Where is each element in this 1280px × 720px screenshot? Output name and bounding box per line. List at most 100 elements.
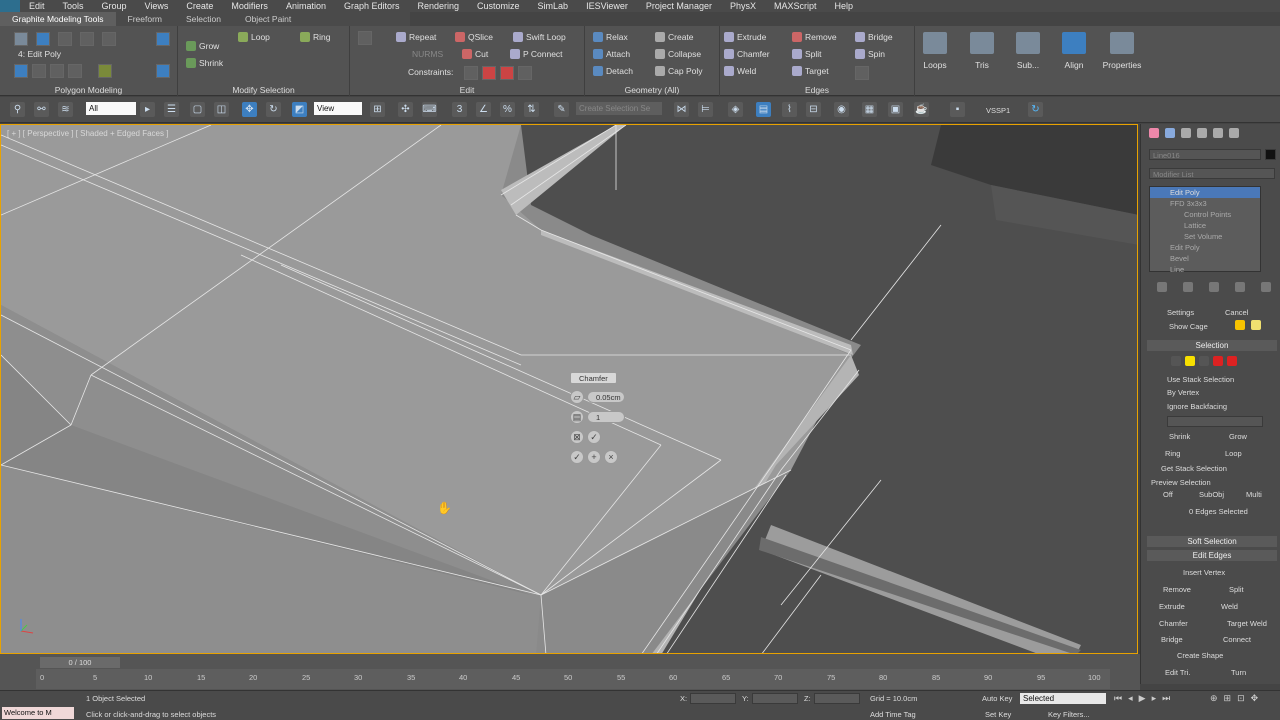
cage-color-1[interactable] xyxy=(1235,320,1245,330)
zoom-icon[interactable]: ⊕ xyxy=(1210,693,1218,704)
constraint-face-icon[interactable] xyxy=(500,66,514,80)
create-tab-icon[interactable] xyxy=(1149,128,1159,138)
named-selection-dropdown[interactable]: Create Selection Se xyxy=(576,102,662,115)
app-logo-icon[interactable] xyxy=(0,0,20,12)
caddy-apply-icon[interactable]: + xyxy=(587,450,601,464)
nurms-button[interactable]: NURMS xyxy=(412,49,443,59)
tris-button[interactable]: Tris xyxy=(964,30,1000,78)
graphite-toggle-icon[interactable]: ▤ xyxy=(756,102,771,117)
tab-graphite-modeling-tools[interactable]: Graphite Modeling Tools xyxy=(0,12,116,26)
chamfer-amount-field[interactable]: 0.05cm xyxy=(587,391,625,403)
menu-graph-editors[interactable]: Graph Editors xyxy=(335,0,409,12)
menu-modifiers[interactable]: Modifiers xyxy=(222,0,277,12)
stack-item-edit-poly[interactable]: Edit Poly xyxy=(1150,187,1260,198)
x-coordinate-field[interactable] xyxy=(690,693,736,704)
use-stack-selection-checkbox[interactable]: Use Stack Selection xyxy=(1167,375,1234,384)
tab-object-paint[interactable]: Object Paint xyxy=(233,12,303,26)
time-slider[interactable]: 0 / 100 xyxy=(40,657,120,668)
edges-title[interactable]: Edges xyxy=(720,85,914,95)
border-mode-icon[interactable] xyxy=(58,32,72,46)
zoom-extents-icon[interactable]: ⊡ xyxy=(1237,693,1245,704)
selection-filter-dropdown[interactable]: All xyxy=(86,102,136,115)
shrink-button-panel[interactable]: Shrink xyxy=(1169,432,1190,441)
preview-icon[interactable] xyxy=(156,64,170,78)
render-setup-icon[interactable]: ▦ xyxy=(862,102,877,117)
caddy-ok-icon[interactable]: ✓ xyxy=(570,450,584,464)
chamfer-button-panel[interactable]: Chamfer xyxy=(1159,619,1188,628)
loop-button[interactable]: Loop xyxy=(238,32,270,42)
polygon-modeling-title[interactable]: Polygon Modeling xyxy=(0,85,177,95)
menu-edit[interactable]: Edit xyxy=(20,0,54,12)
material-editor-icon[interactable]: ◉ xyxy=(834,102,849,117)
remove-modifier-icon[interactable] xyxy=(1235,282,1245,292)
stack-item-ffd[interactable]: FFD 3x3x3 xyxy=(1150,198,1260,209)
create-button[interactable]: Create xyxy=(655,32,694,42)
vertex-subobj-icon[interactable] xyxy=(1171,356,1181,366)
show-end-result-stack-icon[interactable] xyxy=(1183,282,1193,292)
pivot-center-icon[interactable]: ⊞ xyxy=(370,102,385,117)
mirror-icon[interactable]: ⋈ xyxy=(674,102,689,117)
move-up-icon[interactable] xyxy=(50,64,64,78)
menu-maxscript[interactable]: MAXScript xyxy=(765,0,826,12)
open-toggle-icon[interactable]: ✓ xyxy=(587,430,601,444)
select-object-icon[interactable]: ▸ xyxy=(140,102,155,117)
track-bar[interactable]: 0 5 10 15 20 25 30 35 40 45 50 55 60 65 … xyxy=(36,669,1110,689)
unlink-icon[interactable]: ⚯ xyxy=(34,102,49,117)
edit-edges-rollout[interactable]: Edit Edges xyxy=(1147,550,1277,561)
cut-button[interactable]: Cut xyxy=(462,49,488,59)
stack-item-set-volume[interactable]: Set Volume xyxy=(1150,231,1260,242)
vray-frame-icon[interactable]: ▪ xyxy=(950,102,965,117)
insert-vertex-button[interactable]: Insert Vertex xyxy=(1183,568,1225,577)
soft-selection-rollout[interactable]: Soft Selection xyxy=(1147,536,1277,547)
preview-subobj-radio[interactable]: SubObj xyxy=(1199,490,1224,499)
grow-button[interactable]: Grow xyxy=(186,41,219,51)
connect-button-panel[interactable]: Connect xyxy=(1223,635,1251,644)
cage-color-2[interactable] xyxy=(1251,320,1261,330)
detach-button[interactable]: Detach xyxy=(593,66,633,76)
refresh-icon[interactable]: ↻ xyxy=(1028,102,1043,117)
vertex-mode-icon[interactable] xyxy=(14,32,28,46)
menu-help[interactable]: Help xyxy=(826,0,863,12)
open-chamfer-icon[interactable]: ⊠ xyxy=(570,430,584,444)
selection-rollout[interactable]: Selection xyxy=(1147,340,1277,351)
create-shape-button[interactable]: Create Shape xyxy=(1177,651,1223,660)
align-button[interactable]: Align xyxy=(1056,30,1092,78)
modify-tab-icon[interactable] xyxy=(1165,128,1175,138)
remove-button[interactable]: Remove xyxy=(792,32,837,42)
set-key-button[interactable]: Set Key xyxy=(985,710,1011,719)
polygon-mode-icon[interactable] xyxy=(80,32,94,46)
window-crossing-icon[interactable]: ◫ xyxy=(214,102,229,117)
menu-rendering[interactable]: Rendering xyxy=(409,0,469,12)
menu-iesviewer[interactable]: IESViewer xyxy=(577,0,637,12)
spinner-snap-icon[interactable]: ⇅ xyxy=(524,102,539,117)
extrude-button-panel[interactable]: Extrude xyxy=(1159,602,1185,611)
by-vertex-checkbox[interactable]: By Vertex xyxy=(1167,388,1199,397)
key-mode-dropdown[interactable]: Selected xyxy=(1020,693,1106,704)
play-icon[interactable]: ▶ xyxy=(1139,693,1146,704)
ring-button-panel[interactable]: Ring xyxy=(1165,449,1180,458)
border-subobj-icon[interactable] xyxy=(1199,356,1209,366)
y-coordinate-field[interactable] xyxy=(752,693,798,704)
constraint-none-icon[interactable] xyxy=(464,66,478,80)
edge-mode-icon[interactable] xyxy=(36,32,50,46)
stack-item-bevel[interactable]: Bevel xyxy=(1150,253,1260,264)
menu-animation[interactable]: Animation xyxy=(277,0,335,12)
show-cage-checkbox[interactable]: Show Cage xyxy=(1169,322,1208,331)
configure-sets-icon[interactable] xyxy=(1261,282,1271,292)
modifier-stack[interactable]: Edit Poly FFD 3x3x3 Control Points Latti… xyxy=(1149,186,1261,275)
constraint-normal-icon[interactable] xyxy=(518,66,532,80)
get-stack-selection-button[interactable]: Get Stack Selection xyxy=(1161,464,1227,473)
attach-button[interactable]: Attach xyxy=(593,49,630,59)
move-down-icon[interactable] xyxy=(68,64,82,78)
stack-item-lattice[interactable]: Lattice xyxy=(1150,220,1260,231)
stack-item-line[interactable]: Line xyxy=(1150,264,1260,275)
edit-named-selection-icon[interactable]: ✎ xyxy=(554,102,569,117)
maxscript-listener[interactable]: Welcome to M xyxy=(2,707,74,719)
polygon-subobj-icon[interactable] xyxy=(1213,356,1223,366)
p-connect-button[interactable]: P Connect xyxy=(510,49,563,59)
collapse-stack-icon[interactable] xyxy=(98,64,112,78)
motion-tab-icon[interactable] xyxy=(1197,128,1207,138)
ignore-backfacing-icon[interactable] xyxy=(156,32,170,46)
previous-frame-icon[interactable]: ◂ xyxy=(1128,693,1133,704)
layer-manager-icon[interactable]: ◈ xyxy=(728,102,743,117)
